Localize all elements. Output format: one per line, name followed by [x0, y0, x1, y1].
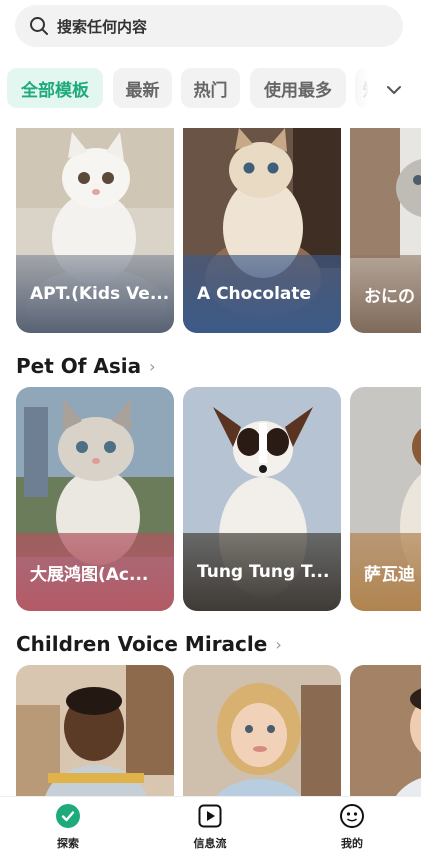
tab-latest[interactable]: 最新	[113, 68, 172, 108]
explore-icon	[56, 804, 80, 828]
template-card[interactable]: 萨瓦迪	[350, 387, 421, 611]
nav-profile[interactable]: 我的	[302, 803, 402, 851]
template-card[interactable]	[183, 665, 341, 796]
search-icon	[30, 17, 48, 35]
child-photo	[16, 665, 174, 796]
template-card[interactable]	[16, 665, 174, 796]
card-title: Tung Tung T...	[183, 533, 341, 611]
card-title: A Chocolate	[183, 255, 341, 333]
tab-hot[interactable]: 热门	[181, 68, 240, 108]
tab-all-templates[interactable]: 全部模板	[7, 68, 103, 108]
bottom-nav: 探索 信息流 我的	[0, 796, 421, 857]
search-placeholder: 搜索任何内容	[57, 17, 148, 36]
child-photo	[350, 665, 421, 796]
section-title-text: Pet Of Asia	[16, 354, 142, 378]
section-title[interactable]: Pet Of Asia ›	[16, 354, 156, 378]
template-card[interactable]: A Chocolate	[183, 128, 341, 333]
chevron-down-icon[interactable]	[385, 81, 403, 99]
template-card[interactable]: 大展鸿图(Ac...	[16, 387, 174, 611]
child-photo	[183, 665, 341, 796]
section-title[interactable]: Children Voice Miracle ›	[16, 632, 282, 656]
section-title-text: Children Voice Miracle	[16, 632, 268, 656]
nav-label: 信息流	[193, 837, 227, 850]
card-title: APT.(Kids Ve...	[16, 255, 174, 333]
card-title: 大展鸿图(Ac...	[16, 533, 174, 611]
template-row-pet-of-asia: 大展鸿图(Ac... Tung Tung T... 萨瓦迪	[16, 387, 421, 611]
card-title: 萨瓦迪	[350, 533, 421, 611]
nav-label: 我的	[341, 837, 363, 850]
chevron-right-icon: ›	[275, 634, 282, 654]
search-bar[interactable]: 搜索任何内容	[15, 5, 403, 47]
profile-face-icon	[340, 804, 364, 828]
template-card[interactable]: おにの	[350, 128, 421, 333]
feed-play-icon	[198, 804, 222, 828]
nav-explore[interactable]: 探索	[18, 803, 118, 851]
tab-most-used[interactable]: 使用最多	[250, 68, 346, 108]
nav-feed[interactable]: 信息流	[160, 803, 260, 851]
card-title: おにの	[350, 255, 421, 333]
chevron-right-icon: ›	[149, 356, 156, 376]
template-card[interactable]	[350, 665, 421, 796]
template-card[interactable]: APT.(Kids Ve...	[16, 128, 174, 333]
template-row-children	[16, 665, 421, 796]
template-card[interactable]: Tung Tung T...	[183, 387, 341, 611]
template-row-1: APT.(Kids Ve... A Chocolate おにの	[16, 128, 421, 333]
nav-label: 探索	[57, 837, 79, 850]
